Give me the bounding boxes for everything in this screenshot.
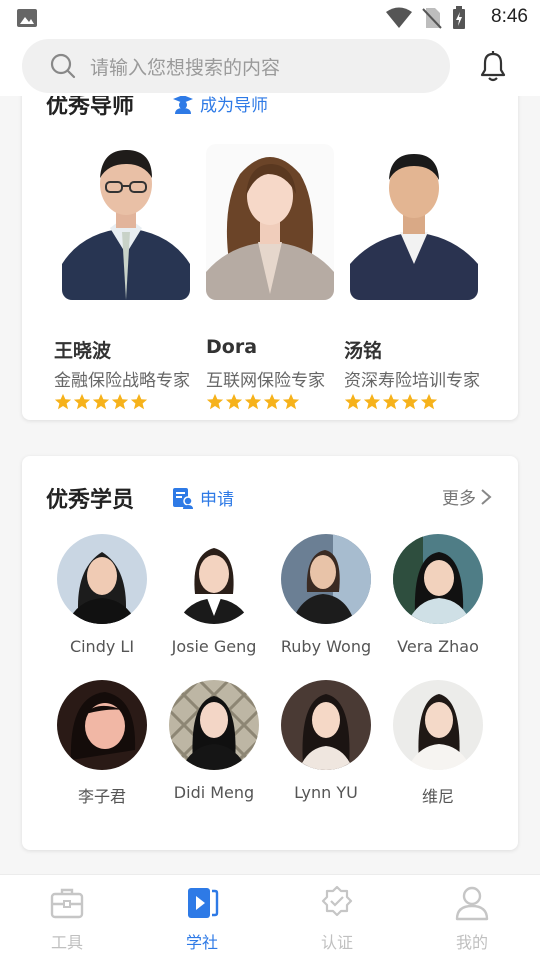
mentor-name: 汤铭 (344, 340, 383, 362)
mentor-card[interactable]: 王晓波 金融保险战略专家 (54, 144, 212, 410)
more-link[interactable]: 更多 (442, 484, 492, 509)
student-avatar (169, 534, 259, 624)
student-name: Cindy LI (69, 637, 135, 656)
student-avatar (393, 534, 483, 624)
tab-mine[interactable]: 我的 (427, 885, 517, 953)
mentor-rating (344, 393, 438, 411)
toolbox-icon (50, 888, 84, 919)
mentor-rating (206, 393, 300, 411)
status-icons (386, 6, 466, 30)
star-icon (382, 393, 400, 410)
star-icon (282, 393, 300, 410)
tab-certification[interactable]: 认证 (292, 885, 382, 953)
student-item[interactable]: 维尼 (382, 680, 494, 807)
student-name: 维尼 (421, 787, 454, 806)
mentors-card: 优秀导师 成为导师 王晓波 金融保险战略专家 Dora 互联网保险专家 汤铭 资… (22, 60, 518, 420)
student-item[interactable]: Didi Meng (158, 680, 270, 802)
student-name: 李子君 (77, 787, 126, 806)
status-time: 8:46 (491, 6, 528, 27)
tab-certification-label: 认证 (320, 933, 353, 952)
mentor-card[interactable]: Dora 互联网保险专家 (206, 144, 356, 410)
star-icon (225, 393, 243, 410)
no-sim-icon (422, 8, 442, 29)
students-card: 优秀学员 申请 更多 Cindy LI Josie Geng Ruby Wong… (22, 456, 518, 850)
search-icon (50, 53, 76, 79)
student-avatar (57, 680, 147, 770)
student-name: Josie Geng (171, 637, 257, 656)
battery-charging-icon (453, 6, 465, 29)
star-icon (401, 393, 419, 410)
students-section-title: 优秀学员 (46, 488, 135, 513)
search-header: 请输入您想搜索的内容 (0, 36, 540, 96)
mentor-photo (350, 144, 478, 300)
person-icon (455, 886, 489, 921)
student-avatar (169, 680, 259, 770)
student-avatar (393, 680, 483, 770)
tab-mine-label: 我的 (455, 933, 488, 952)
star-icon (73, 393, 91, 410)
mentor-title: 资深寿险培训专家 (344, 371, 480, 391)
mentor-title: 互联网保险专家 (206, 371, 325, 391)
student-name: Didi Meng (173, 783, 255, 802)
mentor-photo (62, 144, 190, 300)
student-item[interactable]: Lynn YU (270, 680, 382, 802)
star-icon (263, 393, 281, 410)
student-name: Lynn YU (294, 783, 358, 802)
star-icon (130, 393, 148, 410)
notification-bell-icon[interactable] (475, 48, 511, 84)
mentor-rating (54, 393, 148, 411)
star-icon (111, 393, 129, 410)
apply-label: 申请 (200, 490, 234, 510)
chevron-right-icon (481, 488, 492, 505)
apply-button[interactable]: 申请 (172, 485, 234, 510)
student-item[interactable]: Vera Zhao (382, 534, 494, 656)
student-name: Vera Zhao (397, 637, 479, 656)
student-avatar (281, 534, 371, 624)
image-notification-icon (17, 9, 37, 27)
star-icon (92, 393, 110, 410)
star-icon (363, 393, 381, 410)
star-icon (206, 393, 224, 410)
star-icon (420, 393, 438, 410)
student-item[interactable]: 李子君 (46, 680, 158, 807)
status-bar: 8:46 (0, 0, 540, 36)
wifi-icon (386, 7, 412, 28)
student-item[interactable]: Cindy LI (46, 534, 158, 656)
student-name: Ruby Wong (280, 637, 372, 656)
badge-check-icon (321, 885, 353, 917)
search-placeholder: 请输入您想搜索的内容 (90, 56, 281, 79)
star-icon (244, 393, 262, 410)
app-screen: 8:46 优秀导师 成为导师 王晓波 金融保险战略专家 Dora 互联网保险专家… (0, 0, 540, 960)
apply-form-icon (173, 487, 193, 509)
star-icon (54, 393, 72, 410)
tab-academy-label: 学社 (185, 933, 218, 952)
mentor-photo (206, 144, 334, 300)
tab-academy[interactable]: 学社 (157, 885, 247, 953)
mentor-card[interactable]: 汤铭 资深寿险培训专家 (344, 144, 500, 410)
mentor-title: 金融保险战略专家 (54, 371, 190, 391)
more-label: 更多 (442, 489, 476, 509)
video-book-icon (188, 888, 219, 918)
bottom-tab-bar: 工具 学社 认证 我的 (0, 874, 540, 960)
tab-tools-label: 工具 (50, 933, 83, 952)
student-item[interactable]: Ruby Wong (270, 534, 382, 656)
mentor-name: Dora (206, 336, 258, 358)
student-item[interactable]: Josie Geng (158, 534, 270, 656)
search-input[interactable]: 请输入您想搜索的内容 (22, 39, 450, 93)
mentor-name: 王晓波 (54, 340, 112, 362)
tab-tools[interactable]: 工具 (22, 885, 112, 953)
student-avatar (57, 534, 147, 624)
star-icon (344, 393, 362, 410)
student-avatar (281, 680, 371, 770)
